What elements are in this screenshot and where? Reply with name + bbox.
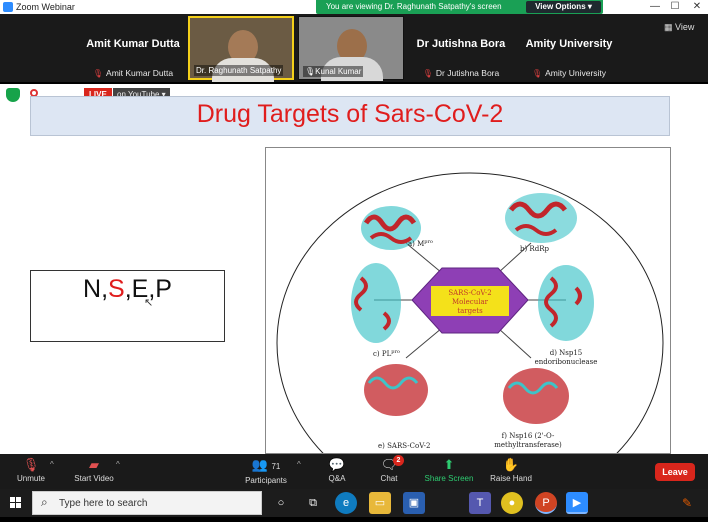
raise-hand-icon: ✋: [502, 457, 520, 472]
participant-label: Dr. Raghunath Satpathy: [194, 65, 284, 76]
participant-tile[interactable]: Amity University 🎙 Amity University: [516, 16, 622, 80]
protein-s: S: [108, 275, 125, 303]
protein-rdrp: [505, 193, 577, 243]
chat-badge: 2: [393, 455, 404, 466]
task-view-icon[interactable]: ⧉: [302, 492, 324, 514]
participant-label: 🎙Kunal Kumar: [303, 66, 364, 77]
participant-count: 71: [271, 462, 281, 471]
taskbar-search[interactable]: ⌕: [32, 491, 262, 515]
minimize-icon[interactable]: —: [646, 0, 664, 14]
start-video-button[interactable]: ▰ Start Video: [67, 454, 121, 489]
qa-icon: 💬: [328, 457, 346, 472]
window-title: Zoom Webinar: [16, 2, 75, 12]
drug-targets-figure: SARS-CoV-2 Molecular targets a) Mpro b) …: [265, 147, 671, 454]
chat-icon: 🗨: [380, 457, 398, 472]
chat-button[interactable]: 🗨 Chat: [362, 454, 416, 489]
label-nsp16-line1: f) Nsp16 (2'-O-: [502, 432, 555, 440]
participants-icon: 👥: [251, 457, 268, 472]
store-icon[interactable]: ▣: [403, 492, 425, 514]
participant-label: 🎙 Dr Jutishna Bora: [422, 68, 500, 78]
participants-button[interactable]: 👥 71 Participants: [238, 454, 294, 489]
search-input[interactable]: [59, 495, 254, 511]
qa-button[interactable]: 💬 Q&A: [310, 454, 364, 489]
participants-caret[interactable]: ^: [297, 460, 301, 469]
share-screen-icon: ⬆: [443, 457, 455, 472]
cortana-icon[interactable]: ○: [270, 492, 292, 514]
mic-muted-icon: 🎙: [92, 69, 104, 78]
edge-icon[interactable]: e: [335, 492, 357, 514]
view-options-button[interactable]: View Options ▾: [526, 1, 601, 13]
start-button[interactable]: [0, 489, 32, 517]
protein-n: N: [83, 275, 102, 303]
maximize-icon[interactable]: ☐: [666, 0, 684, 14]
close-icon[interactable]: ✕: [688, 0, 706, 14]
file-explorer-icon[interactable]: ▭: [369, 492, 391, 514]
view-options-label: View Options: [535, 2, 586, 11]
label-nsp15-line1: d) Nsp15: [550, 349, 583, 357]
center-label-line2: Molecular: [452, 298, 489, 306]
raise-hand-label: Raise Hand: [490, 474, 532, 483]
qa-label: Q&A: [328, 474, 346, 483]
slide-title: Drug Targets of Sars-CoV-2: [196, 100, 504, 128]
leave-button[interactable]: Leave: [655, 463, 695, 481]
participant-name-large: Dr Jutishna Bora: [416, 38, 506, 50]
shield-icon[interactable]: [6, 88, 20, 102]
mic-muted-icon: 🎙: [422, 69, 433, 78]
label-sars: e) SARS-CoV-2: [378, 442, 430, 450]
mic-muted-icon: 🎙: [305, 67, 316, 76]
label-nsp16-line2: methyltransferase): [494, 441, 562, 449]
view-button[interactable]: ▦ View: [664, 22, 694, 33]
separator: ,: [101, 275, 109, 303]
chrome-icon[interactable]: ●: [501, 492, 523, 514]
audio-options-caret[interactable]: ^: [50, 460, 54, 469]
start-video-label: Start Video: [74, 474, 114, 483]
windows-logo-icon: [10, 497, 21, 508]
mic-muted-icon: 🎙: [531, 69, 543, 78]
participant-video-tile[interactable]: 🎙Kunal Kumar: [298, 16, 404, 81]
pen-icon[interactable]: ✎: [682, 496, 692, 510]
label-nsp15-line2: endoribonuclease: [535, 358, 598, 366]
zoom-icon[interactable]: ▶: [566, 492, 588, 514]
teams-icon[interactable]: T: [469, 492, 491, 514]
powerpoint-icon[interactable]: P: [535, 492, 557, 514]
participant-name-large: Amity University: [525, 38, 613, 50]
unmute-label: Unmute: [16, 474, 45, 483]
figure-svg: SARS-CoV-2 Molecular targets a) Mpro b) …: [276, 172, 664, 453]
chevron-down-icon: ▾: [587, 2, 592, 11]
share-screen-label: Share Screen: [424, 474, 474, 483]
participant-tile[interactable]: Amit Kumar Dutta 🎙 Amit Kumar Dutta: [80, 16, 186, 80]
viewing-message: You are viewing Dr. Raghunath Satpathy's…: [326, 2, 502, 11]
participant-tile[interactable]: Dr Jutishna Bora 🎙 Dr Jutishna Bora: [408, 16, 514, 80]
participants-label: Participants: [245, 476, 287, 485]
zoom-app-icon: [3, 2, 13, 12]
label-plpro: c) PLpro: [373, 349, 400, 358]
label-mpro: a) Mpro: [408, 239, 433, 248]
raise-hand-button[interactable]: ✋ Raise Hand: [484, 454, 538, 489]
protein-sars-cov-2: [364, 364, 428, 416]
mouse-cursor-icon: ↖: [144, 297, 154, 309]
participant-label: 🎙 Amit Kumar Dutta: [92, 68, 174, 78]
protein-p: P: [155, 275, 172, 303]
viewing-banner: You are viewing Dr. Raghunath Satpathy's…: [316, 0, 603, 14]
share-screen-button[interactable]: ⬆ Share Screen: [420, 454, 478, 489]
label-rdrp: b) RdRp: [520, 245, 549, 253]
center-label-line3: targets: [457, 307, 483, 315]
protein-nsp16: [503, 368, 569, 424]
protein-list: N,S,E,P: [30, 275, 225, 304]
participant-label: 🎙 Amity University: [531, 68, 607, 78]
chat-label: Chat: [380, 474, 398, 483]
center-label-line1: SARS-CoV-2: [448, 289, 491, 297]
grid-icon: ▦: [664, 22, 673, 32]
separator: ,: [124, 275, 132, 303]
search-icon: ⌕: [41, 495, 48, 509]
view-label: View: [675, 22, 695, 32]
video-off-icon: ▰: [89, 457, 99, 472]
participant-name-large: Amit Kumar Dutta: [86, 38, 180, 50]
protein-nsp15: [538, 265, 594, 341]
protein-plpro: [351, 263, 401, 343]
video-options-caret[interactable]: ^: [116, 460, 120, 469]
participant-video-tile[interactable]: Dr. Raghunath Satpathy: [188, 16, 294, 82]
